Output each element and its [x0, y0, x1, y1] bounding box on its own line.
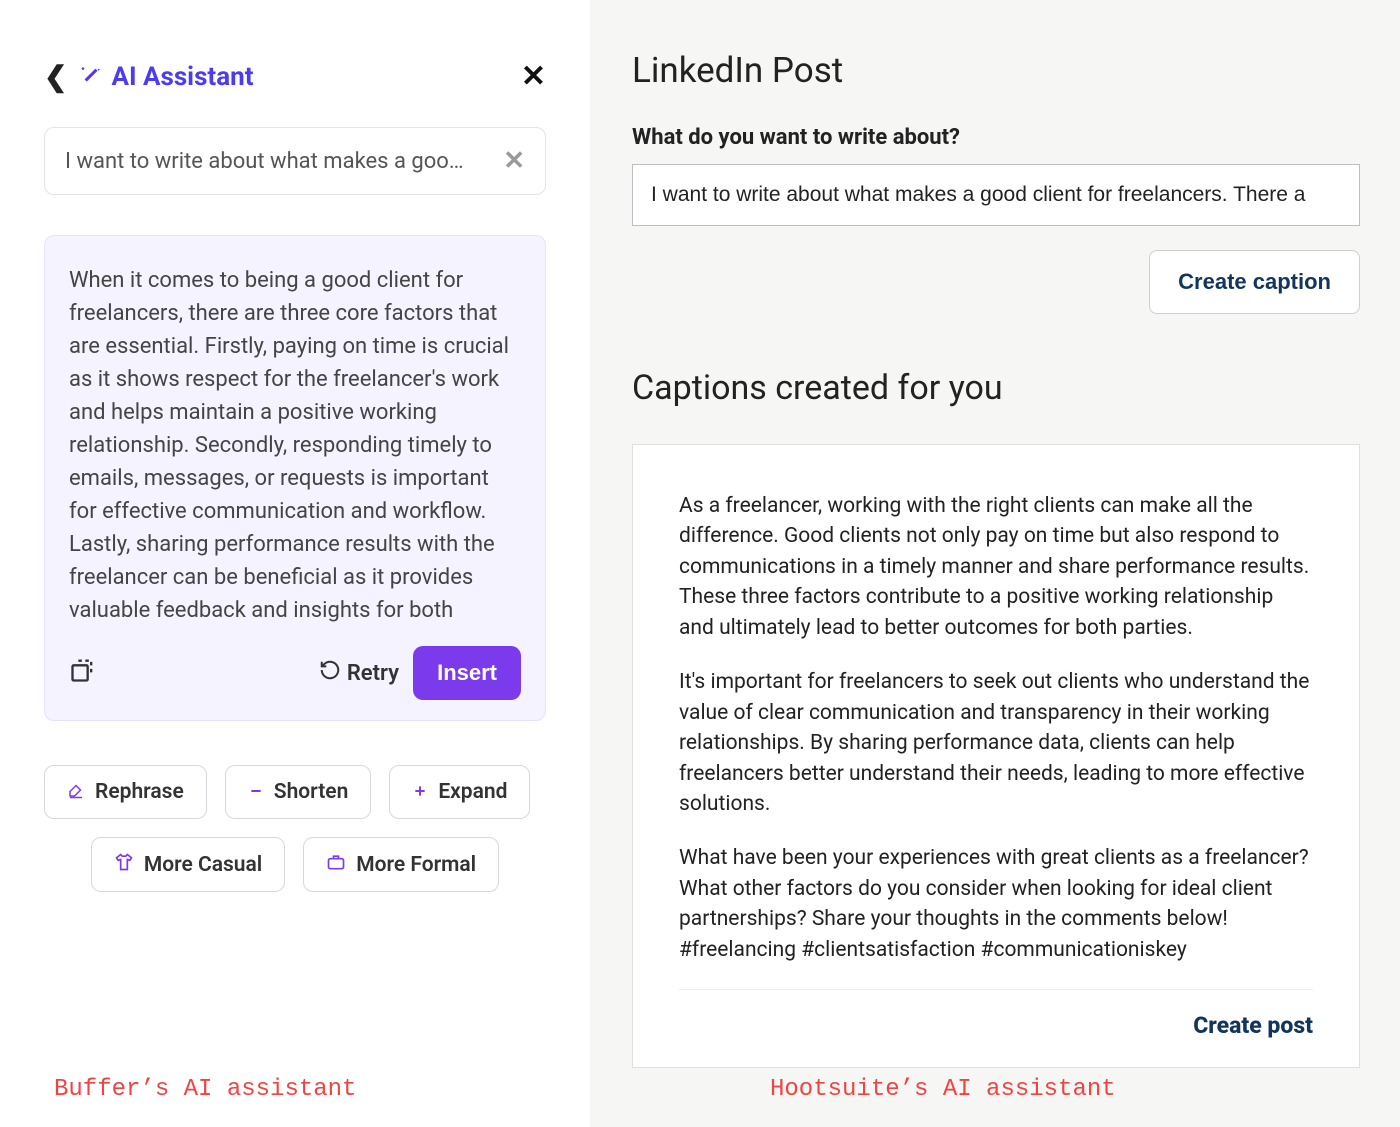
prompt-label: What do you want to write about? [632, 125, 1360, 150]
close-icon[interactable]: ✕ [521, 62, 546, 92]
selection-icon[interactable] [69, 656, 97, 691]
briefcase-icon [326, 852, 346, 877]
more-formal-chip[interactable]: More Formal [303, 837, 499, 892]
create-post-link[interactable]: Create post [1193, 1012, 1313, 1039]
back-icon[interactable]: ❮ [44, 60, 67, 93]
caption-paragraph: As a freelancer, working with the right … [679, 491, 1313, 643]
caption-paragraph: What have been your experiences with gre… [679, 843, 1313, 965]
edit-line-icon [67, 780, 85, 804]
plus-icon [412, 780, 428, 804]
insert-button[interactable]: Insert [413, 646, 521, 700]
ai-result-text: When it comes to being a good client for… [69, 264, 521, 624]
buffer-panel: ❮ AI Assistant ✕ I want to write about w… [0, 0, 590, 1127]
chip-label: Rephrase [95, 780, 184, 804]
retry-icon [319, 659, 341, 687]
create-caption-button[interactable]: Create caption [1149, 250, 1360, 314]
shirt-icon [114, 852, 134, 877]
more-casual-chip[interactable]: More Casual [91, 837, 285, 892]
clear-prompt-icon[interactable]: ✕ [491, 146, 525, 176]
hootsuite-annotation: Hootsuite’s AI assistant [770, 1076, 1116, 1103]
retry-button[interactable]: Retry [319, 659, 399, 687]
expand-chip[interactable]: Expand [389, 765, 530, 819]
chip-label: More Formal [356, 853, 476, 877]
shorten-chip[interactable]: Shorten [225, 765, 372, 819]
rephrase-chip[interactable]: Rephrase [44, 765, 207, 819]
minus-icon [248, 780, 264, 804]
linkedin-post-title: LinkedIn Post [632, 0, 1360, 91]
buffer-annotation: Buffer’s AI assistant [54, 1076, 356, 1103]
caption-card: As a freelancer, working with the right … [632, 444, 1360, 1068]
prompt-text: I want to write about what makes a goo… [65, 149, 491, 174]
caption-paragraph: It's important for freelancers to seek o… [679, 667, 1313, 819]
chip-label: More Casual [144, 853, 262, 877]
hootsuite-panel: LinkedIn Post What do you want to write … [590, 0, 1400, 1127]
magic-wand-icon [77, 61, 103, 93]
ai-assistant-title: AI Assistant [111, 62, 520, 92]
prompt-bar[interactable]: I want to write about what makes a goo… … [44, 127, 546, 195]
ai-result-card: When it comes to being a good client for… [44, 235, 546, 721]
retry-label: Retry [347, 661, 399, 686]
topic-input[interactable] [632, 164, 1360, 226]
chip-label: Shorten [274, 780, 349, 804]
captions-heading: Captions created for you [632, 368, 1360, 408]
chip-label: Expand [438, 780, 507, 804]
